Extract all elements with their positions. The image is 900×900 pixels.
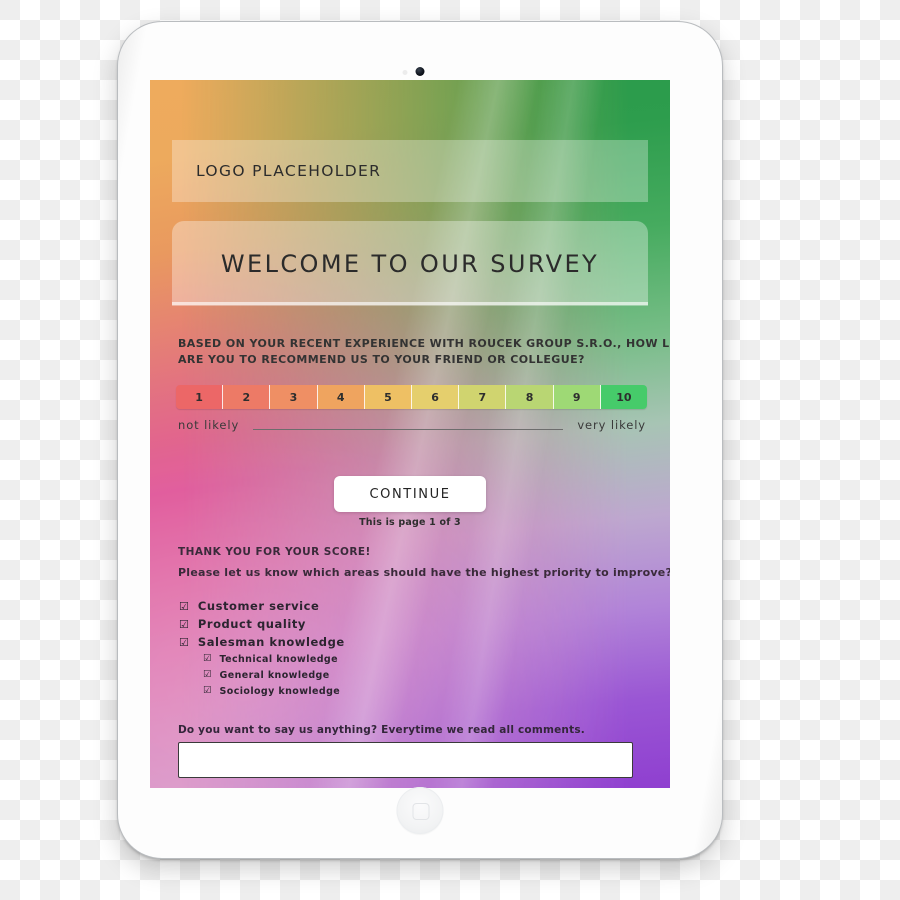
comment-input[interactable] <box>178 742 633 778</box>
welcome-divider <box>172 302 648 305</box>
checklist-item[interactable]: ☑ General knowledge <box>203 667 619 683</box>
logo-placeholder-text: LOGO PLACEHOLDER <box>196 162 382 180</box>
logo-bar: LOGO PLACEHOLDER <box>172 140 648 202</box>
checklist-item-label: Sociology knowledge <box>219 685 341 697</box>
priority-checklist: ☑ Customer service ☑ Product quality ☑ Salesm… <box>179 597 619 699</box>
continue-button[interactable]: CONTINUE <box>334 476 486 512</box>
scale-rule-line <box>253 428 564 430</box>
welcome-card: WELCOME TO OUR SURVEY <box>172 221 648 306</box>
checklist-item[interactable]: ☑ Technical knowledge <box>203 651 619 667</box>
checkbox-checked-icon[interactable]: ☑ <box>179 619 189 630</box>
checklist-item[interactable]: ☑ Salesman knowledge <box>179 633 619 651</box>
survey-page: LOGO PLACEHOLDER WELCOME TO OUR SURVEY B… <box>150 80 670 788</box>
scale-cell-1[interactable]: 1 <box>176 385 224 409</box>
scale-cell-7[interactable]: 7 <box>459 385 507 409</box>
scale-cell-6[interactable]: 6 <box>412 385 460 409</box>
checkbox-checked-icon[interactable]: ☑ <box>203 654 212 664</box>
question-block: BASED ON YOUR RECENT EXPERIENCE WITH ROU… <box>178 336 670 368</box>
scale-cell-5[interactable]: 5 <box>364 385 413 409</box>
scale-cell-3[interactable]: 3 <box>270 385 318 409</box>
checklist-item[interactable]: ☑ Product quality <box>179 615 619 633</box>
checklist-item-label: Product quality <box>197 617 306 631</box>
scale-cell-4[interactable]: 4 <box>317 385 365 409</box>
scale-cell-10[interactable]: 10 <box>600 385 647 409</box>
ambient-light-sensor-icon <box>402 70 408 75</box>
scale-cell-8[interactable]: 8 <box>506 385 554 409</box>
checklist-item-label: Salesman knowledge <box>197 635 345 649</box>
page-title: WELCOME TO OUR SURVEY <box>220 249 600 278</box>
home-button-icon[interactable] <box>396 787 444 834</box>
tablet-device-frame: LOGO PLACEHOLDER WELCOME TO OUR SURVEY B… <box>118 22 722 858</box>
comment-prompt: Do you want to say us anything? Everytim… <box>178 724 585 736</box>
thanks-subtitle: Please let us know which areas should ha… <box>178 566 670 579</box>
checklist-item-label: Technical knowledge <box>219 653 338 665</box>
thanks-title: THANK YOU FOR YOUR SCORE! <box>178 546 371 558</box>
question-line-1: BASED ON YOUR RECENT EXPERIENCE WITH ROU… <box>178 337 670 350</box>
camera-icon <box>415 67 425 76</box>
nps-rating-scale[interactable]: 1 2 3 4 5 6 7 8 9 10 <box>176 385 647 409</box>
page-indicator: This is page 1 of 3 <box>359 517 461 528</box>
scale-label-high: very likely <box>577 418 646 432</box>
checkbox-checked-icon[interactable]: ☑ <box>203 670 212 680</box>
scale-cell-9[interactable]: 9 <box>553 385 601 409</box>
scale-endpoint-labels: not likely very likely <box>178 416 646 434</box>
checklist-item-label: Customer service <box>197 599 320 613</box>
checklist-item[interactable]: ☑ Sociology knowledge <box>203 683 619 699</box>
tablet-screen: LOGO PLACEHOLDER WELCOME TO OUR SURVEY B… <box>150 80 670 788</box>
checkbox-checked-icon[interactable]: ☑ <box>179 601 189 612</box>
checklist-item-label: General knowledge <box>219 669 330 681</box>
thanks-block: THANK YOU FOR YOUR SCORE! Please let us … <box>178 546 670 579</box>
checklist-item[interactable]: ☑ Customer service <box>179 597 619 615</box>
checkbox-checked-icon[interactable]: ☑ <box>203 686 212 696</box>
question-line-2: ARE YOU TO RECOMMEND US TO YOUR FRIEND O… <box>178 353 585 366</box>
checkbox-checked-icon[interactable]: ☑ <box>179 637 189 648</box>
scale-cell-2[interactable]: 2 <box>223 385 271 409</box>
scale-label-low: not likely <box>178 418 240 432</box>
